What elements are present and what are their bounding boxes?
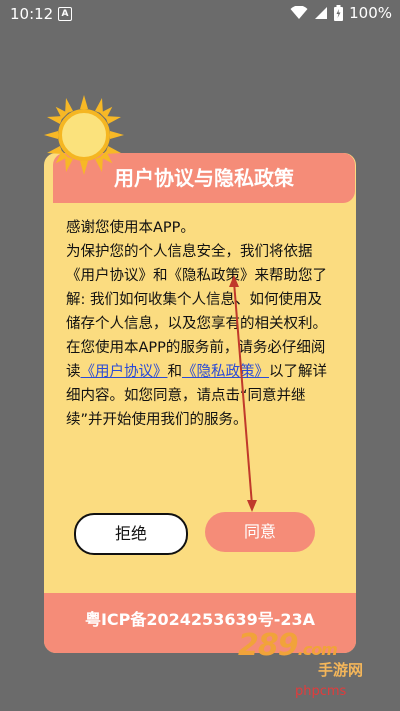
watermark-site: 手游网 [318, 661, 364, 679]
signal-icon [315, 7, 328, 19]
purpose-text: 为保护您的个人信息安全，我们将依据《用户协议》和《隐私政策》来帮助您了解: 我们… [66, 244, 327, 332]
watermark-phpcms: phpcms [295, 684, 347, 699]
sun-icon [44, 95, 124, 175]
watermark-dotcom: .com [297, 640, 338, 659]
wifi-icon [290, 6, 308, 19]
status-bar: 10:12 A 100% [0, 0, 400, 28]
battery-percent: 100% [349, 4, 392, 22]
watermark-brand: 289.com [238, 628, 338, 663]
status-indicators: 100% [290, 4, 392, 22]
intro-text: 感谢您使用本APP。 [66, 220, 195, 236]
and-text: 和 [167, 364, 183, 380]
status-time: 10:12 [10, 5, 54, 23]
reject-button[interactable]: 拒绝 [74, 513, 188, 555]
screen: 10:12 A 100% 用户协议与隐私政策 感谢您使用本APP。 为保护您的个… [0, 0, 400, 711]
user-agreement-link[interactable]: 《用户协议》 [81, 364, 168, 380]
notice-text: 在您使用本APP的服务前，请务必仔细阅读《用户协议》和《隐私政策》以了解详细内容… [66, 336, 336, 432]
privacy-policy-link[interactable]: 《隐私政策》 [182, 364, 269, 380]
watermark-brand-number: 289 [238, 628, 299, 663]
notification-icon: A [58, 7, 72, 21]
agree-button[interactable]: 同意 [205, 512, 315, 552]
battery-icon [334, 5, 344, 21]
dialog-body: 感谢您使用本APP。 为保护您的个人信息安全，我们将依据《用户协议》和《隐私政策… [66, 216, 336, 432]
